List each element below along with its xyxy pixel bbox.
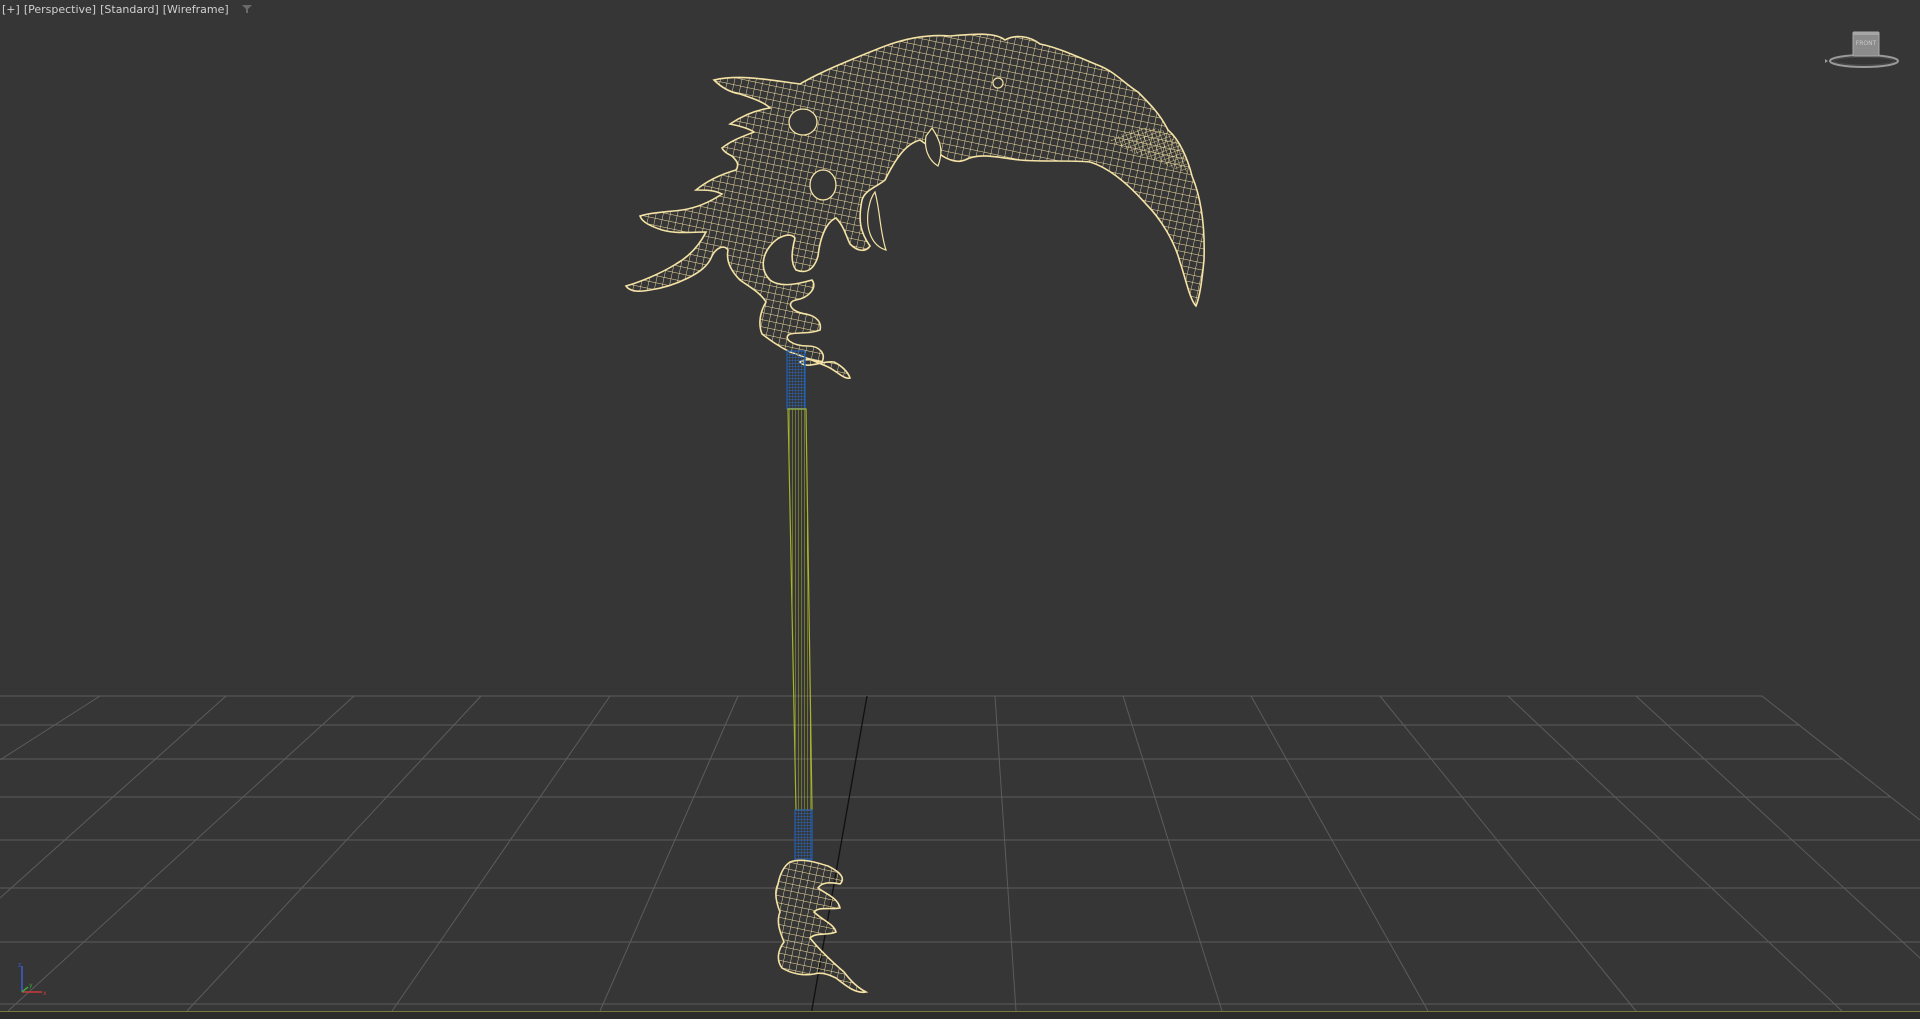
blade-hole-lower: [809, 169, 837, 201]
axis-x-label: x: [43, 990, 47, 997]
viewport-point-of-view-menu[interactable]: [Perspective]: [23, 3, 97, 16]
viewport-active-border: [0, 1011, 1920, 1019]
shaft-mesh[interactable]: [787, 408, 813, 811]
lower-grip-mesh[interactable]: [794, 809, 813, 861]
scythe-blade-mesh[interactable]: [624, 33, 1205, 380]
viewport-standard-menu[interactable]: [Standard]: [99, 3, 160, 16]
scene-canvas[interactable]: [0, 0, 1920, 1019]
axis-tripod-icon: z x y: [18, 962, 47, 997]
blade-hole-small: [992, 77, 1004, 89]
blade-notch: [867, 190, 887, 251]
viewport-general-menu[interactable]: [+]: [1, 3, 21, 16]
home-grid: [0, 695, 1920, 1012]
filter-funnel-icon[interactable]: [241, 4, 252, 14]
upper-grip-mesh[interactable]: [786, 350, 806, 410]
axis-z-label: z: [18, 962, 21, 969]
pommel-mesh[interactable]: [775, 859, 869, 994]
scythe-model[interactable]: [624, 33, 1205, 994]
perspective-viewport[interactable]: [+] [Perspective] [Standard] [Wireframe]…: [0, 0, 1920, 1019]
viewport-shading-menu[interactable]: [Wireframe]: [162, 3, 230, 16]
axis-y-label: y: [29, 982, 33, 989]
viewcube-icon[interactable]: [1824, 26, 1904, 76]
viewcube[interactable]: FRONT: [1824, 26, 1904, 76]
blade-hole-upper: [788, 108, 818, 136]
viewport-label-bar: [+] [Perspective] [Standard] [Wireframe]: [1, 1, 252, 17]
